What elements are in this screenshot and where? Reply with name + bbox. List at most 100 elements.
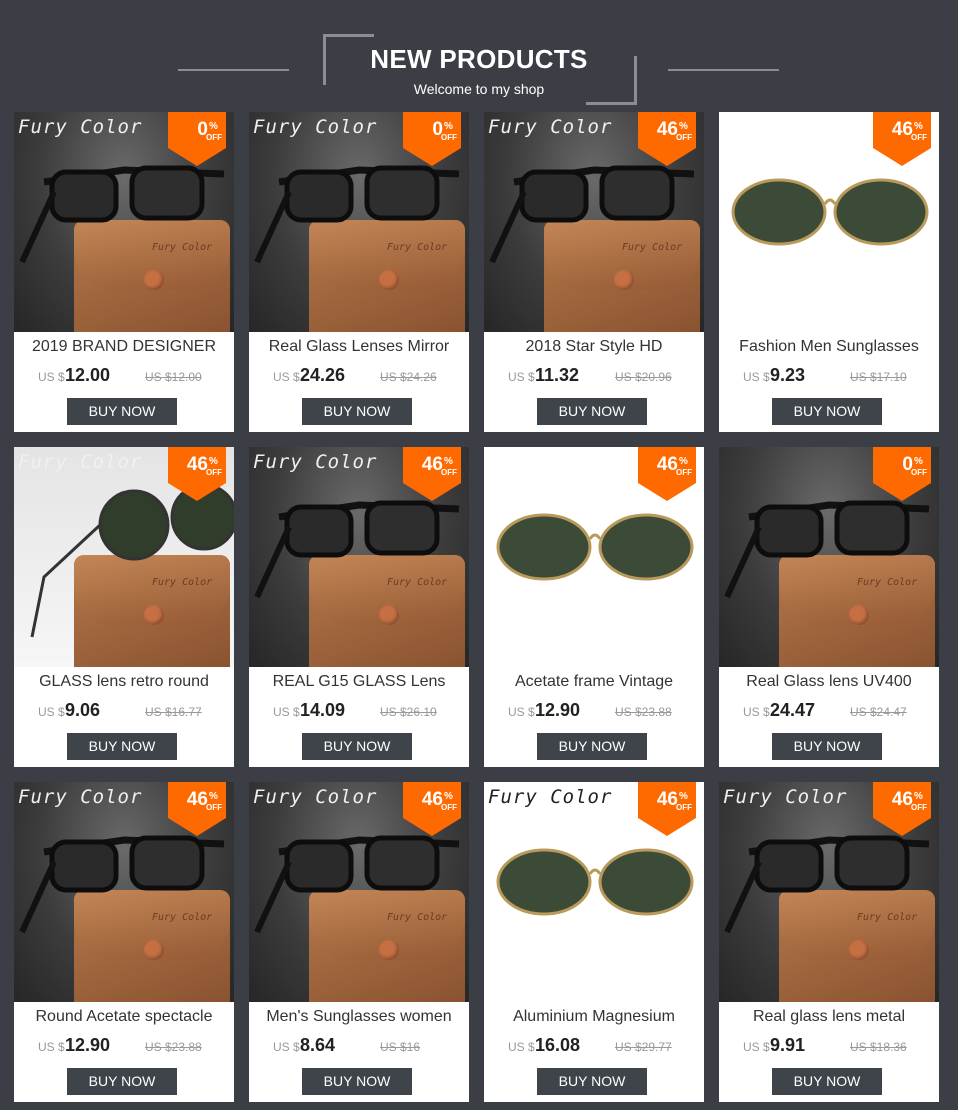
product-name[interactable]: Round Acetate spectacle [14,1008,234,1026]
currency-label: US $ [38,1040,65,1054]
product-card[interactable]: 46% OFF Acetate frame Vintage US $12.90 US $… [484,447,704,767]
discount-value: 0 [902,454,913,475]
page-header: NEW PRODUCTS Welcome to my shop [0,0,958,110]
product-card[interactable]: 46% OFF Fashion Men Sunglasses US $9.23 US $… [719,112,939,432]
discount-percent: % [914,456,923,467]
discount-value: 46 [891,119,913,140]
current-price: 9.06 [65,700,101,720]
product-card[interactable]: Fury Color 46% OFF Aluminium Magnesium US $1… [484,782,704,1102]
original-price: US $16.77 [145,705,202,719]
product-name[interactable]: Aluminium Magnesium [484,1008,704,1026]
brand-watermark: Fury Color [18,451,143,473]
discount-value: 46 [186,789,208,810]
product-card[interactable]: Fury Color 0% OFF Real Glass lens UV400 US $… [719,447,939,767]
current-price: 11.32 [535,365,580,385]
product-image[interactable]: Fury Color 46% OFF [484,782,704,1002]
product-card[interactable]: Fury Color Fury Color 0% OFF 2019 BRAND DESI… [14,112,234,432]
discount-value: 46 [421,454,443,475]
original-price: US $23.88 [145,1040,202,1054]
brand-watermark: Fury Color [488,786,613,808]
discount-percent: % [444,121,453,132]
discount-percent: % [679,456,688,467]
buy-now-button[interactable]: BUY NOW [537,733,647,760]
product-image[interactable]: 46% OFF [719,112,939,332]
product-name[interactable]: 2018 Star Style HD [484,338,704,356]
product-name[interactable]: Real glass lens metal [719,1008,939,1026]
product-image[interactable]: Fury Color Fury Color 46% OFF [484,112,704,332]
product-name[interactable]: REAL G15 GLASS Lens [249,673,469,691]
product-name[interactable]: Real Glass Lenses Mirror [249,338,469,356]
product-image[interactable]: Fury Color 0% OFF [719,447,939,667]
discount-badge: 46% OFF [403,447,461,501]
buy-now-button[interactable]: BUY NOW [772,733,882,760]
price-row: US $12.00 US $12.00 [14,365,234,387]
product-image[interactable]: Fury Color Fury Color 46% OFF [249,782,469,1002]
page-subtitle: Welcome to my shop [413,81,545,97]
product-name[interactable]: 2019 BRAND DESIGNER [14,338,234,356]
product-card[interactable]: Fury Color Fury Color 46% OFF Round Acetate … [14,782,234,1102]
discount-value: 46 [421,789,443,810]
discount-off-label: OFF [676,133,692,142]
original-price: US $29.77 [615,1040,672,1054]
price-row: US $24.26 US $24.26 [249,365,469,387]
discount-value: 46 [656,119,678,140]
currency-label: US $ [38,370,65,384]
buy-now-button[interactable]: BUY NOW [772,1068,882,1095]
product-card[interactable]: Fury Color Fury Color 46% OFF GLASS lens ret… [14,447,234,767]
buy-now-button[interactable]: BUY NOW [302,733,412,760]
product-name[interactable]: Acetate frame Vintage [484,673,704,691]
original-price: US $24.26 [380,370,437,384]
brand-watermark: Fury Color [18,786,143,808]
buy-now-button[interactable]: BUY NOW [67,1068,177,1095]
discount-off-label: OFF [911,468,927,477]
currency-label: US $ [273,370,300,384]
current-price: 8.64 [300,1035,336,1055]
discount-percent: % [444,456,453,467]
product-image[interactable]: Fury Color Fury Color 0% OFF [249,112,469,332]
buy-now-button[interactable]: BUY NOW [302,1068,412,1095]
brand-watermark: Fury Color [253,116,378,138]
discount-off-label: OFF [441,133,457,142]
discount-percent: % [209,121,218,132]
product-card[interactable]: Fury Color Fury Color 46% OFF REAL G15 GLASS… [249,447,469,767]
product-name[interactable]: GLASS lens retro round [14,673,234,691]
discount-off-label: OFF [676,468,692,477]
buy-now-button[interactable]: BUY NOW [537,398,647,425]
price-row: US $12.90 US $23.88 [484,700,704,722]
discount-value: 46 [656,454,678,475]
discount-value: 46 [186,454,208,475]
current-price: 24.26 [300,365,346,385]
buy-now-button[interactable]: BUY NOW [537,1068,647,1095]
price-row: US $9.23 US $17.10 [719,365,939,387]
product-name[interactable]: Real Glass lens UV400 [719,673,939,691]
discount-badge: 0% OFF [168,112,226,166]
product-image[interactable]: Fury Color Fury Color 46% OFF [14,447,234,667]
price-row: US $16.08 US $29.77 [484,1035,704,1057]
discount-badge: 0% OFF [403,112,461,166]
product-image[interactable]: Fury Color Fury Color 46% OFF [719,782,939,1002]
discount-percent: % [914,121,923,132]
currency-label: US $ [273,705,300,719]
product-name[interactable]: Fashion Men Sunglasses [719,338,939,356]
discount-percent: % [914,791,923,802]
product-image[interactable]: Fury Color Fury Color 46% OFF [14,782,234,1002]
product-image[interactable]: Fury Color Fury Color 0% OFF [14,112,234,332]
product-image[interactable]: Fury Color Fury Color 46% OFF [249,447,469,667]
buy-now-button[interactable]: BUY NOW [67,733,177,760]
discount-value: 46 [891,789,913,810]
product-name[interactable]: Men's Sunglasses women [249,1008,469,1026]
buy-now-button[interactable]: BUY NOW [302,398,412,425]
product-card[interactable]: Fury Color Fury Color 46% OFF Men's Sunglass… [249,782,469,1102]
current-price: 12.90 [65,1035,111,1055]
buy-now-button[interactable]: BUY NOW [772,398,882,425]
product-card[interactable]: Fury Color Fury Color 0% OFF Real Glass Lens… [249,112,469,432]
product-card[interactable]: Fury Color Fury Color 46% OFF 2018 Star Styl… [484,112,704,432]
current-price: 16.08 [535,1035,581,1055]
product-image[interactable]: 46% OFF [484,447,704,667]
current-price: 12.00 [65,365,111,385]
brand-watermark: Fury Color [253,451,378,473]
discount-off-label: OFF [206,468,222,477]
buy-now-button[interactable]: BUY NOW [67,398,177,425]
original-price: US $17.10 [850,370,907,384]
product-card[interactable]: Fury Color Fury Color 46% OFF Real glass len… [719,782,939,1102]
